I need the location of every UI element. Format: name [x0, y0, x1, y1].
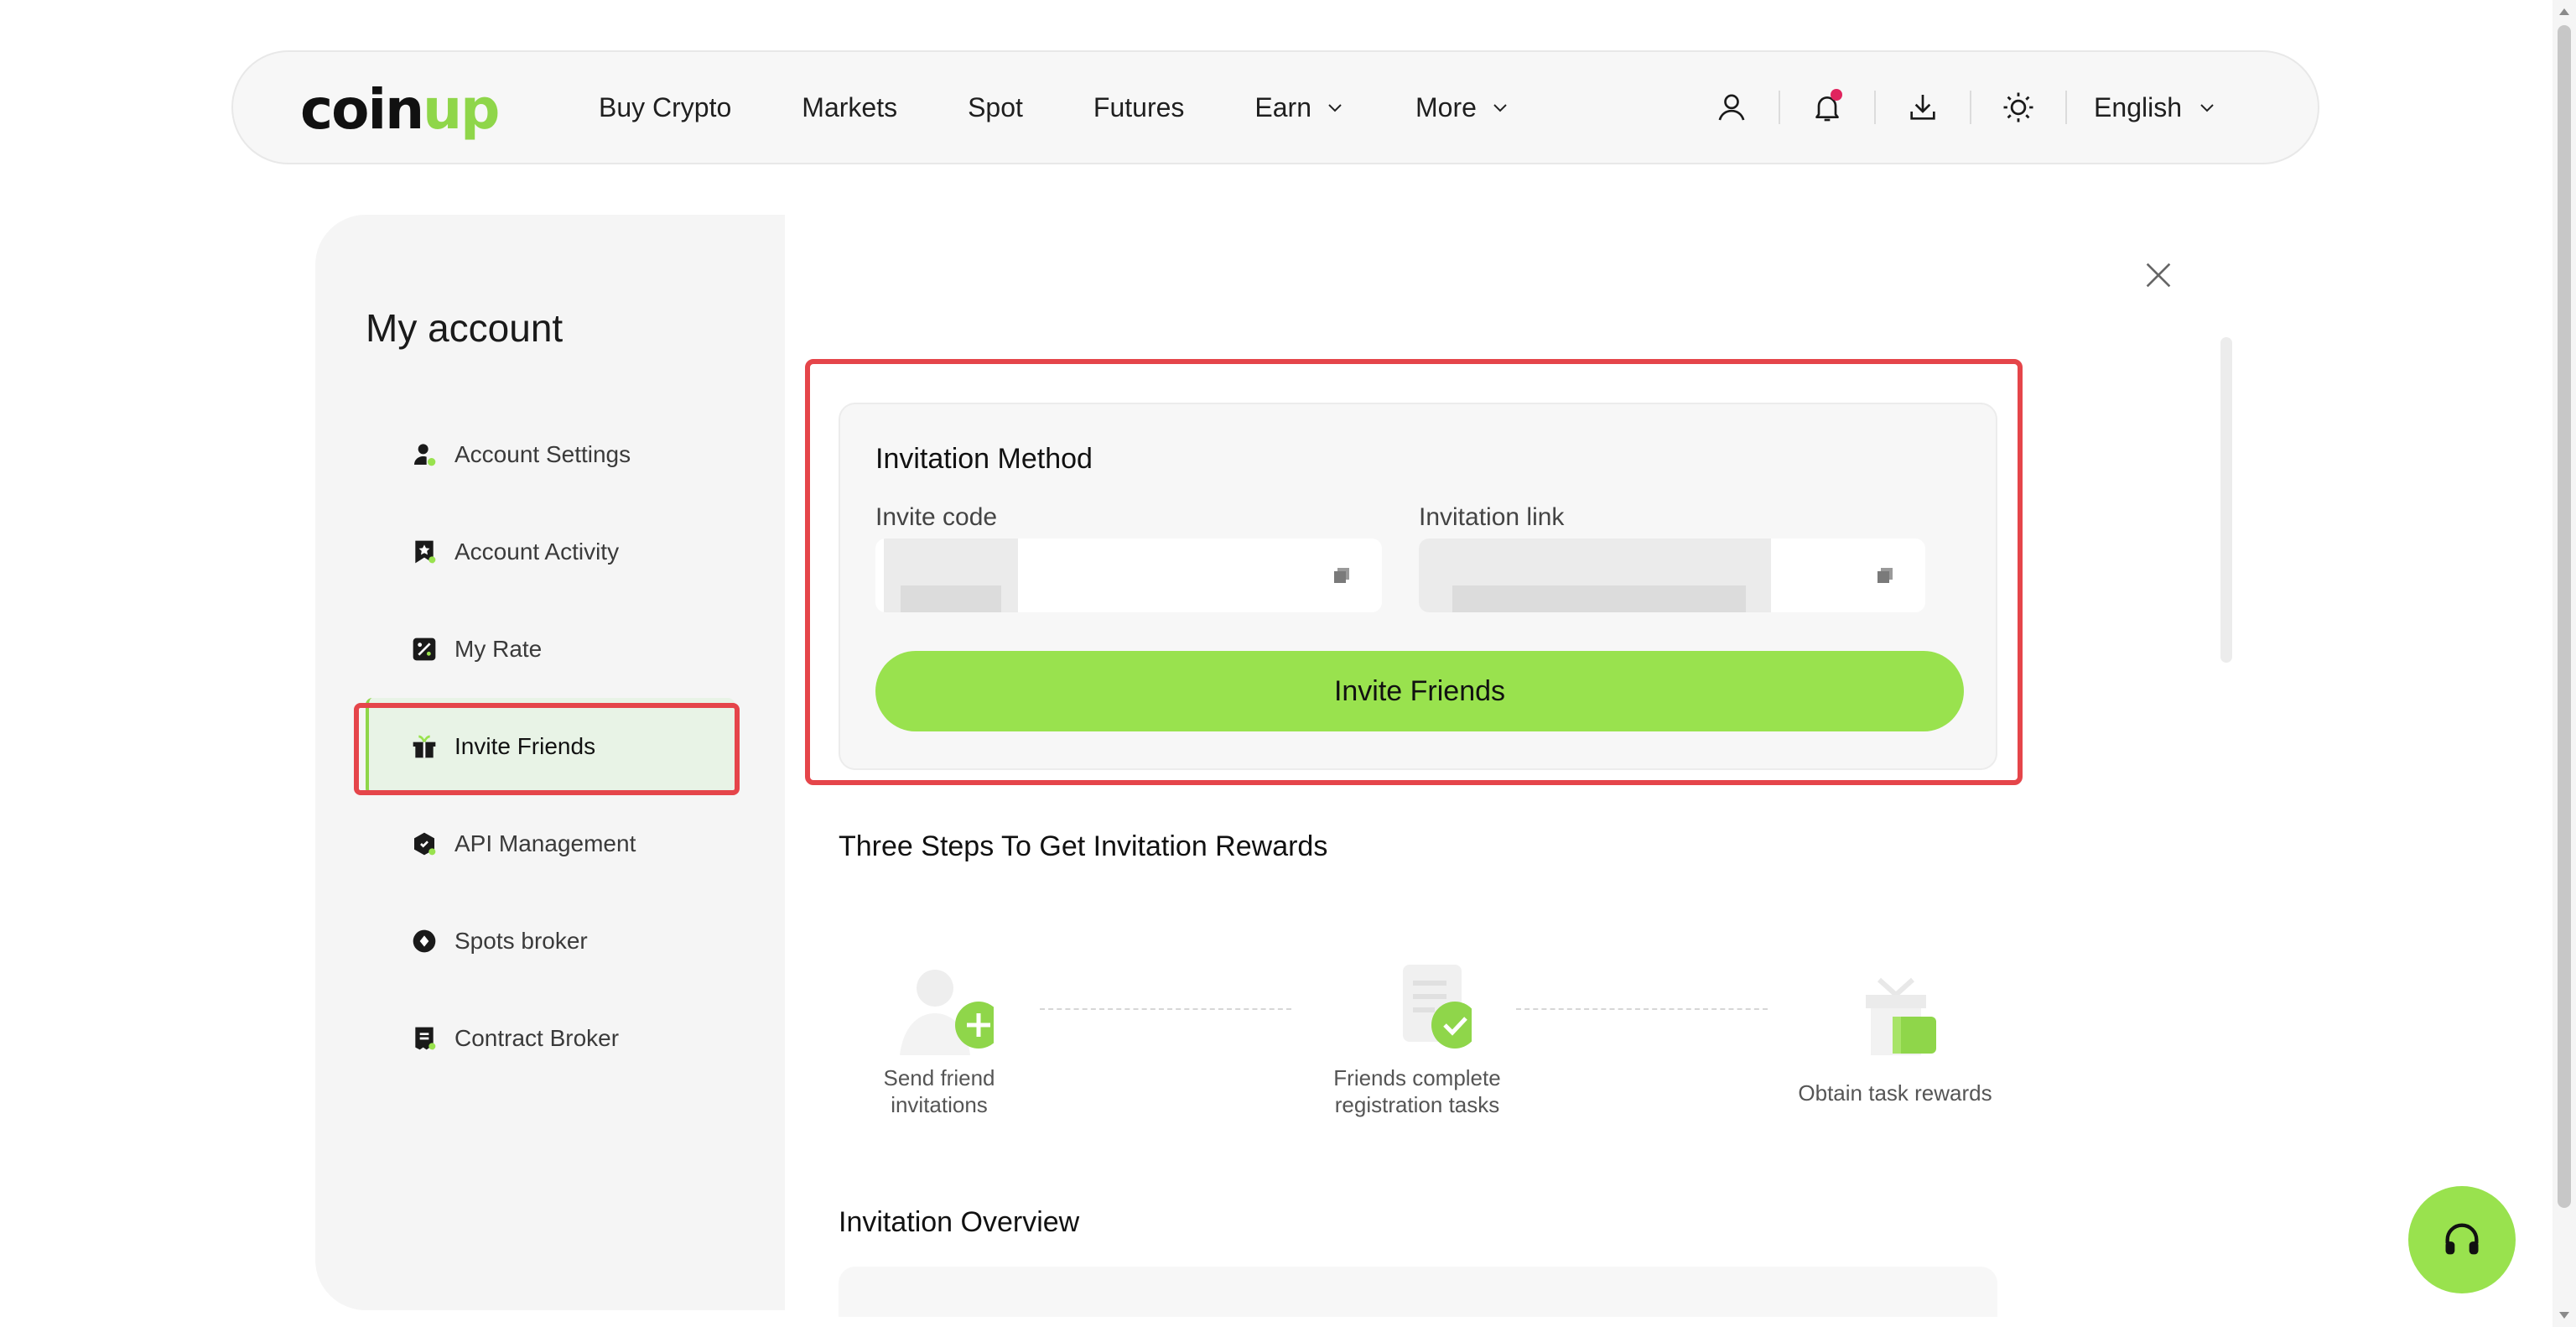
api-hexagon-icon — [409, 829, 439, 859]
nav-more[interactable]: More — [1415, 92, 1510, 123]
close-icon[interactable] — [2137, 253, 2180, 297]
language-selector[interactable]: English — [2094, 92, 2217, 123]
top-navbar: coinup Buy Crypto Markets Spot Futures E… — [231, 50, 2319, 164]
step-connector — [1040, 1008, 1291, 1010]
card-title: Invitation Method — [875, 443, 1093, 475]
sidebar-item-contract-broker[interactable]: Contract Broker — [366, 990, 735, 1087]
nav-spot[interactable]: Spot — [968, 92, 1023, 123]
account-menu: Account Settings Account Activity My Rat… — [366, 406, 735, 1087]
scroll-up-arrow-icon[interactable] — [2558, 5, 2571, 18]
nav-divider — [1970, 91, 1972, 124]
sidebar-item-api-management[interactable]: API Management — [366, 795, 735, 892]
nav-futures[interactable]: Futures — [1093, 92, 1184, 123]
user-settings-icon — [409, 440, 439, 470]
nav-divider — [2065, 91, 2068, 124]
invite-friends-button[interactable]: Invite Friends — [875, 651, 1964, 731]
nav-markets[interactable]: Markets — [802, 92, 897, 123]
window-scrollbar[interactable] — [2553, 0, 2576, 1327]
gift-icon — [409, 731, 439, 762]
nav-divider — [1779, 91, 1781, 124]
sidebar-item-label: My Rate — [454, 636, 543, 662]
chevron-down-icon — [2200, 104, 2214, 112]
download-icon[interactable] — [1903, 87, 1943, 127]
scroll-down-arrow-icon[interactable] — [2558, 1309, 2571, 1322]
sidebar-item-label: Invite Friends — [454, 733, 596, 759]
nav-divider — [1874, 91, 1877, 124]
step-obtain-rewards: Obtain task rewards — [1794, 976, 1996, 1106]
sidebar-item-my-rate[interactable]: My Rate — [366, 601, 735, 698]
sidebar-item-label: Account Activity — [454, 539, 620, 565]
coinup-logo[interactable]: coinup — [300, 77, 500, 142]
star-bookmark-icon — [409, 537, 439, 567]
step-connector — [1516, 1008, 1768, 1010]
theme-sun-icon[interactable] — [1998, 87, 2038, 127]
invitation-method-card: Invitation Method Invite code Invitation… — [839, 403, 1997, 770]
overview-title: Invitation Overview — [839, 1206, 1080, 1238]
invite-code-label: Invite code — [875, 503, 998, 531]
step-label: Send friend invitations — [883, 1065, 995, 1117]
copy-icon[interactable] — [1875, 565, 1895, 585]
invitation-link-label: Invitation link — [1419, 503, 1565, 531]
percent-icon — [409, 634, 439, 664]
account-sidebar: My account Account Settings Account Acti… — [315, 215, 785, 1310]
step-label: Obtain task rewards — [1798, 1080, 1992, 1106]
sidebar-item-account-activity[interactable]: Account Activity — [366, 503, 735, 601]
content-scrollbar[interactable] — [2220, 337, 2232, 663]
reward-gift-icon — [1866, 977, 1936, 1055]
invitation-overview-panel — [839, 1267, 1997, 1317]
step-complete-registration: Friends complete registration tasks — [1333, 963, 1501, 1118]
bell-icon[interactable] — [1807, 87, 1847, 127]
redacted-value — [901, 585, 1001, 612]
sidebar-item-invite-friends[interactable]: Invite Friends — [366, 698, 735, 795]
form-check-icon — [1403, 965, 1478, 1049]
add-user-icon — [900, 970, 1002, 1055]
sidebar-item-account-settings[interactable]: Account Settings — [366, 406, 735, 503]
nav-earn[interactable]: Earn — [1254, 92, 1345, 123]
sidebar-title: My account — [366, 306, 564, 350]
redacted-value — [1452, 585, 1746, 612]
copy-icon[interactable] — [1332, 565, 1352, 585]
user-icon[interactable] — [1711, 87, 1752, 127]
nav-actions: English — [1711, 52, 2217, 163]
contract-doc-icon — [409, 1023, 439, 1054]
sidebar-item-label: Contract Broker — [454, 1025, 620, 1051]
sidebar-item-spots-broker[interactable]: Spots broker — [366, 892, 735, 990]
spot-circle-icon — [409, 926, 439, 956]
step-send-invitations: Send friend invitations — [869, 963, 1010, 1118]
sidebar-item-label: Spots broker — [454, 928, 588, 954]
main-nav: Buy Crypto Markets Spot Futures Earn Mor… — [599, 52, 1581, 163]
sidebar-item-label: API Management — [454, 830, 636, 856]
headset-icon — [2445, 1223, 2479, 1255]
customer-support-button[interactable] — [2408, 1186, 2516, 1293]
invitation-link-field[interactable] — [1419, 539, 1925, 612]
steps-title: Three Steps To Get Invitation Rewards — [839, 830, 1328, 862]
invite-code-field[interactable] — [875, 539, 1382, 612]
chevron-down-icon — [1328, 104, 1342, 112]
notification-dot — [1831, 89, 1843, 101]
scrollbar-thumb[interactable] — [2558, 25, 2571, 1208]
chevron-down-icon — [1493, 104, 1507, 112]
step-label: Friends complete registration tasks — [1333, 1065, 1501, 1117]
nav-buy-crypto[interactable]: Buy Crypto — [599, 92, 731, 123]
sidebar-item-label: Account Settings — [454, 441, 631, 467]
